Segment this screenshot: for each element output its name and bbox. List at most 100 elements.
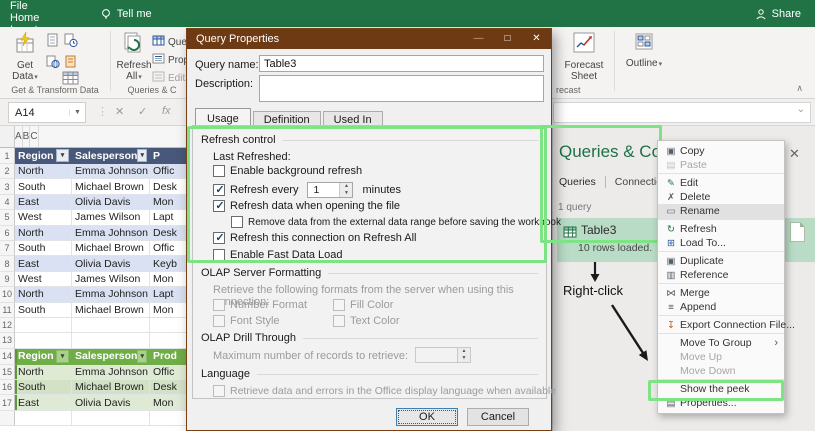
recent-sources-icon[interactable]: [64, 33, 79, 51]
ok-button[interactable]: OK: [396, 408, 458, 426]
cell-b[interactable]: Michael Brown: [72, 303, 150, 318]
tab-file[interactable]: File: [0, 0, 82, 12]
row-number[interactable]: 4: [0, 195, 15, 210]
menu-item-load-to[interactable]: Load To...: [658, 236, 784, 252]
cell-a[interactable]: East: [15, 395, 72, 410]
cell-a[interactable]: South: [15, 380, 72, 395]
cell-a[interactable]: North: [15, 365, 72, 380]
enable-background-refresh-checkbox[interactable]: Enable background refresh: [213, 165, 362, 177]
cell-b[interactable]: Salesperson: [72, 349, 150, 365]
menu-item-paste[interactable]: Paste: [658, 158, 784, 174]
query-name-input[interactable]: Table3: [259, 55, 544, 72]
row-number[interactable]: 16: [0, 380, 15, 395]
row-number[interactable]: 13: [0, 333, 15, 348]
menu-item-properties[interactable]: Properties...: [658, 396, 784, 410]
insert-function-icon[interactable]: fx: [162, 105, 171, 117]
row-number[interactable]: 6: [0, 226, 15, 241]
refresh-all-button[interactable]: Refresh All: [114, 31, 154, 83]
menu-item-merge[interactable]: Merge: [658, 286, 784, 300]
cell-a[interactable]: North: [15, 226, 72, 241]
from-text-csv-icon[interactable]: [46, 33, 61, 51]
number-format-checkbox[interactable]: Number Format: [213, 299, 307, 311]
cell-a[interactable]: East: [15, 256, 72, 271]
row-number[interactable]: 11: [0, 303, 15, 318]
cell-b[interactable]: [72, 411, 150, 426]
row-number[interactable]: 8: [0, 256, 15, 271]
cell-a[interactable]: Region: [15, 148, 72, 164]
menu-item-export-connection-file[interactable]: Export Connection File...: [658, 318, 784, 334]
cell-b[interactable]: [72, 333, 150, 348]
cell-a[interactable]: South: [15, 179, 72, 194]
cell-b[interactable]: Salesperson: [72, 148, 150, 164]
refresh-on-open-checkbox[interactable]: Refresh data when opening the file: [213, 200, 400, 212]
cell-a[interactable]: West: [15, 272, 72, 287]
collapse-ribbon-icon[interactable]: ∧: [796, 83, 803, 94]
cell-b[interactable]: Olivia Davis: [72, 195, 150, 210]
description-input[interactable]: [259, 75, 544, 102]
share-button[interactable]: Share: [741, 0, 815, 27]
column-header[interactable]: C: [30, 126, 38, 147]
get-data-button[interactable]: Get Data: [6, 31, 44, 83]
menu-item-move-up[interactable]: Move Up: [658, 350, 784, 364]
cell-b[interactable]: Olivia Davis: [72, 395, 150, 410]
select-all-corner[interactable]: [0, 126, 15, 147]
cell-a[interactable]: Region: [15, 349, 72, 365]
cancel-button[interactable]: Cancel: [467, 408, 529, 426]
row-number[interactable]: [0, 411, 15, 426]
cell-a[interactable]: South: [15, 303, 72, 318]
menu-item-show-the-peek[interactable]: Show the peek: [658, 382, 784, 396]
cell-a[interactable]: East: [15, 195, 72, 210]
cell-b[interactable]: Emma Johnson: [72, 287, 150, 302]
row-number[interactable]: 12: [0, 318, 15, 333]
forecast-sheet-button[interactable]: Forecast Sheet: [558, 31, 610, 82]
row-number[interactable]: 1: [0, 148, 15, 164]
outline-button[interactable]: Outline: [622, 31, 666, 70]
row-number[interactable]: 3: [0, 179, 15, 194]
font-style-checkbox[interactable]: Font Style: [213, 315, 280, 327]
confirm-entry-icon[interactable]: ✓: [138, 105, 147, 118]
cell-b[interactable]: Olivia Davis: [72, 256, 150, 271]
cell-b[interactable]: Emma Johnson: [72, 365, 150, 380]
text-color-checkbox[interactable]: Text Color: [333, 315, 400, 327]
refresh-every-checkbox[interactable]: Refresh every 1 ▲▼ minutes: [213, 182, 401, 198]
menu-item-reference[interactable]: Reference: [658, 268, 784, 284]
cell-a[interactable]: [15, 318, 72, 333]
menu-item-edit[interactable]: Edit: [658, 176, 784, 190]
cell-b[interactable]: Michael Brown: [72, 179, 150, 194]
cell-a[interactable]: South: [15, 241, 72, 256]
refresh-on-refresh-all-checkbox[interactable]: Refresh this connection on Refresh All: [213, 232, 417, 244]
column-header[interactable]: B: [23, 126, 31, 147]
row-number[interactable]: 17: [0, 395, 15, 410]
cell-a[interactable]: [15, 333, 72, 348]
menu-item-move-to-group[interactable]: Move To Group: [658, 336, 784, 350]
cell-b[interactable]: Emma Johnson: [72, 226, 150, 241]
cell-b[interactable]: Michael Brown: [72, 380, 150, 395]
existing-connections-icon[interactable]: [64, 54, 79, 72]
cell-b[interactable]: Michael Brown: [72, 241, 150, 256]
cell-a[interactable]: North: [15, 287, 72, 302]
tab-home[interactable]: Home: [0, 12, 82, 24]
menu-item-duplicate[interactable]: Duplicate: [658, 254, 784, 268]
cell-b[interactable]: James Wilson: [72, 210, 150, 225]
fast-data-load-checkbox[interactable]: Enable Fast Data Load: [213, 249, 343, 261]
max-records-spinner[interactable]: ▲▼: [415, 347, 471, 363]
from-web-icon[interactable]: [46, 54, 61, 72]
row-number[interactable]: 15: [0, 365, 15, 380]
tell-me-box[interactable]: Tell me: [86, 0, 166, 27]
row-number[interactable]: 7: [0, 241, 15, 256]
pane-close-icon[interactable]: ✕: [789, 146, 800, 162]
spinner-arrows[interactable]: ▲▼: [457, 348, 470, 362]
cancel-entry-icon[interactable]: ✕: [115, 105, 124, 118]
refresh-interval-spinner[interactable]: 1 ▲▼: [307, 182, 353, 198]
close-icon[interactable]: ✕: [522, 29, 551, 49]
spinner-arrows[interactable]: ▲▼: [339, 183, 352, 197]
fill-color-checkbox[interactable]: Fill Color: [333, 299, 393, 311]
minimize-icon[interactable]: —: [464, 29, 493, 49]
column-header[interactable]: A: [15, 126, 23, 147]
cell-a[interactable]: West: [15, 210, 72, 225]
name-box-dropdown-icon[interactable]: ▼: [69, 109, 85, 116]
maximize-icon[interactable]: □: [493, 29, 522, 49]
cell-b[interactable]: James Wilson: [72, 272, 150, 287]
menu-item-refresh[interactable]: Refresh: [658, 222, 784, 236]
row-number[interactable]: 2: [0, 164, 15, 179]
